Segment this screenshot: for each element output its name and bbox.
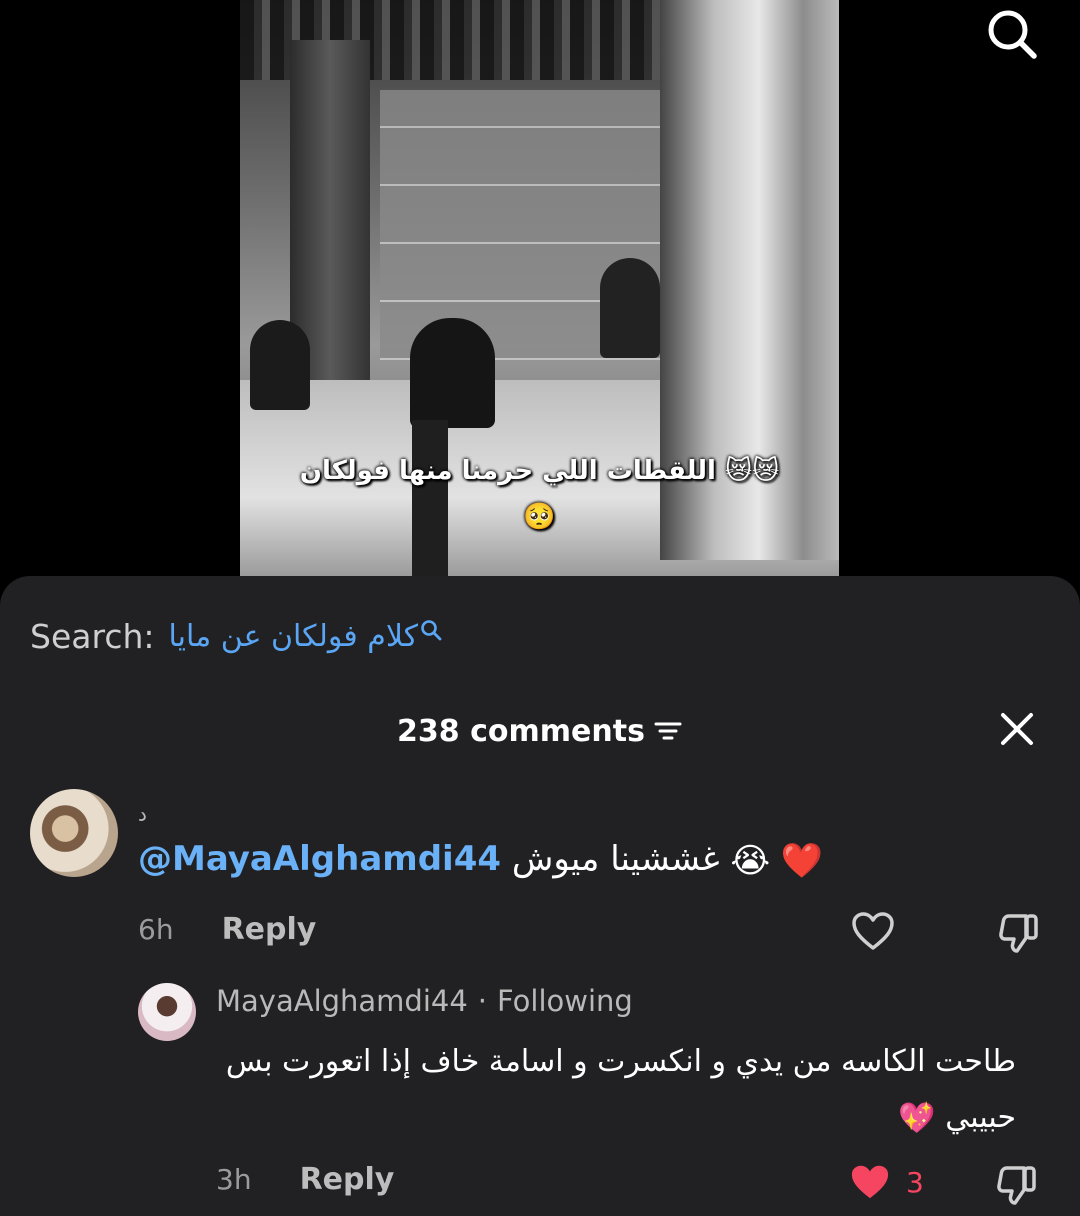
comment-mention[interactable]: @MayaAlghamdi44 xyxy=(138,839,501,879)
comment-meta: 6h Reply xyxy=(138,912,316,947)
search-suggestion[interactable]: Search: كلام فولكان عن مايا xyxy=(30,616,442,656)
reply-button[interactable]: Reply xyxy=(222,912,317,947)
sort-icon[interactable] xyxy=(653,718,683,744)
video-caption-line2: 🥺 xyxy=(523,502,556,532)
heart-icon[interactable] xyxy=(848,1162,892,1202)
following-label: Following xyxy=(497,984,633,1018)
comment-body-line2: حبيبي xyxy=(945,1100,1016,1135)
comment-username[interactable]: د xyxy=(138,802,147,826)
like-count: 3 xyxy=(906,1165,924,1199)
comment-meta: 3h Reply xyxy=(216,1162,394,1197)
scene-person xyxy=(600,258,660,358)
close-icon[interactable] xyxy=(994,706,1040,752)
comment-emojis: 😭 ❤️ xyxy=(730,840,824,881)
video-caption: 😿😿 اللقطات اللي حرمنا منها فولكان 🥺 xyxy=(240,448,839,540)
reply-header: MayaAlghamdi44 · Following xyxy=(216,984,633,1018)
comment-body-line2-wrap: حبيبي 💖 xyxy=(216,1090,1016,1147)
scene-person xyxy=(250,320,310,410)
dislike-icon[interactable] xyxy=(994,1162,1040,1208)
comment-time: 6h xyxy=(138,913,174,946)
reply-button[interactable]: Reply xyxy=(300,1162,395,1197)
scene-person xyxy=(410,318,495,428)
like-button[interactable]: 3 xyxy=(848,1162,924,1202)
comment-text: طاحت الكاسه من يدي و انكسرت و اسامة خاف … xyxy=(216,1034,1016,1147)
comment-body: غششينا ميوش xyxy=(511,839,720,879)
magnifier-icon xyxy=(421,620,442,641)
comment-username[interactable]: MayaAlghamdi44 xyxy=(216,984,468,1018)
video-caption-line1: 😿😿 اللقطات اللي حرمنا منها فولكان xyxy=(299,456,780,486)
comments-header[interactable]: 238 comments xyxy=(0,706,1080,756)
video-player[interactable]: 😿😿 اللقطات اللي حرمنا منها فولكان 🥺 xyxy=(0,0,1080,590)
search-icon[interactable] xyxy=(984,6,1040,62)
search-query-link[interactable]: كلام فولكان عن مايا xyxy=(169,619,419,654)
comments-count: 238 comments xyxy=(397,713,645,749)
comment-emoji: 💖 xyxy=(898,1100,936,1136)
separator-dot: · xyxy=(477,984,488,1018)
heart-icon[interactable] xyxy=(850,910,896,952)
comments-sheet: Search: كلام فولكان عن مايا 238 comments… xyxy=(0,576,1080,1216)
comment-body-line1: طاحت الكاسه من يدي و انكسرت و اسامة خاف … xyxy=(225,1044,1016,1079)
dislike-icon[interactable] xyxy=(996,910,1042,956)
avatar[interactable] xyxy=(138,983,196,1041)
avatar[interactable] xyxy=(30,789,118,877)
comment-text: @MayaAlghamdi44 غششينا ميوش 😭 ❤️ xyxy=(138,836,823,884)
search-label: Search: xyxy=(30,616,155,656)
comment-time: 3h xyxy=(216,1163,252,1196)
